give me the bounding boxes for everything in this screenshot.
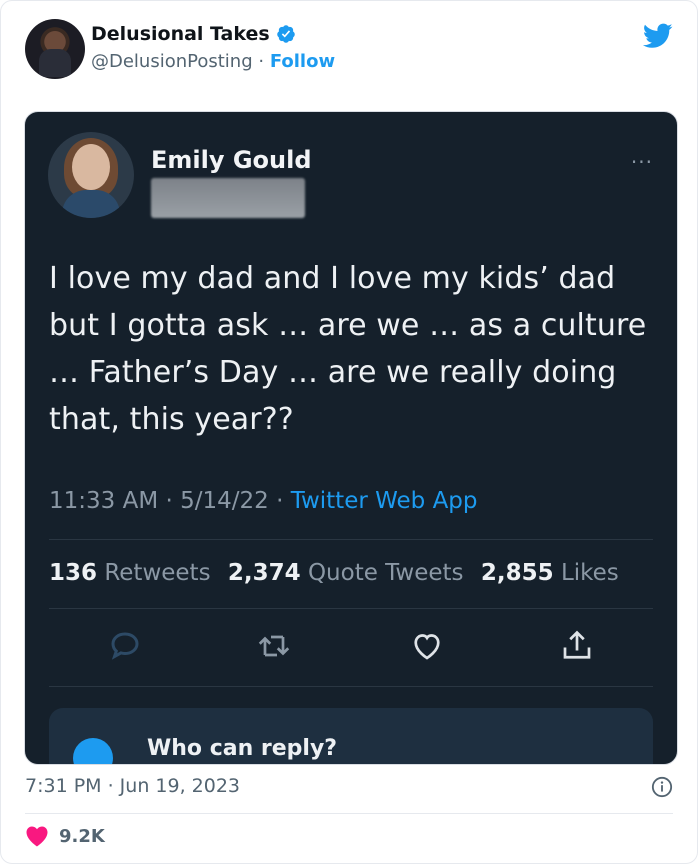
screenshot-action-bar — [25, 628, 677, 664]
who-can-reply-box — [49, 708, 653, 764]
retweets-count: 136 — [49, 560, 98, 586]
author-handle[interactable]: @DelusionPosting — [91, 51, 253, 72]
like-action[interactable]: 9.2K — [25, 825, 105, 847]
screenshot-stats: 136 Retweets 2,374 Quote Tweets 2,855 Li… — [49, 560, 619, 586]
author-avatar[interactable] — [25, 19, 85, 79]
heart-icon[interactable] — [25, 825, 49, 847]
blurred-handle — [151, 178, 305, 218]
retweet-icon — [258, 635, 290, 657]
tweet-screenshot-image[interactable]: Emily Gould ··· I love my dad and I love… — [24, 111, 678, 765]
screenshot-author-name: Emily Gould — [151, 146, 312, 174]
quotes-count: 2,374 — [227, 560, 301, 586]
author-name-row: Delusional Takes — [91, 23, 296, 45]
follow-button[interactable]: Follow — [270, 51, 335, 72]
retweets-label: Retweets — [104, 560, 211, 586]
separator: · — [252, 51, 270, 72]
who-can-reply-label: Who can reply? — [147, 736, 338, 761]
verified-badge-icon — [276, 25, 295, 43]
divider — [49, 539, 653, 540]
divider — [49, 686, 653, 687]
quotes-label: Quote Tweets — [307, 560, 464, 586]
screenshot-date: 5/14/22 — [180, 488, 269, 514]
reply-icon — [111, 632, 139, 660]
twitter-bird-icon[interactable] — [643, 23, 673, 49]
likes-label: Likes — [560, 560, 619, 586]
screenshot-meta: 11:33 AM · 5/14/22 · Twitter Web App — [49, 488, 478, 514]
info-icon[interactable] — [651, 776, 673, 798]
tweet-header: Delusional Takes @DelusionPosting · Foll… — [25, 19, 673, 79]
like-count: 9.2K — [59, 825, 105, 847]
author-handle-row: @DelusionPosting · Follow — [91, 51, 335, 72]
more-icon: ··· — [630, 150, 653, 174]
screenshot-app: Twitter Web App — [290, 488, 478, 514]
tweet-timestamp[interactable]: 7:31 PM · Jun 19, 2023 — [25, 775, 240, 797]
screenshot-time: 11:33 AM — [49, 488, 159, 514]
screenshot-avatar — [48, 132, 134, 218]
screenshot-tweet-text: I love my dad and I love my kids’ dad bu… — [49, 261, 647, 437]
likes-count: 2,855 — [480, 560, 554, 586]
footer-divider — [25, 813, 673, 814]
author-name[interactable]: Delusional Takes — [91, 23, 270, 45]
embedded-tweet: Delusional Takes @DelusionPosting · Foll… — [0, 0, 698, 864]
like-icon — [414, 634, 440, 660]
divider — [49, 608, 653, 609]
share-icon — [563, 630, 591, 659]
